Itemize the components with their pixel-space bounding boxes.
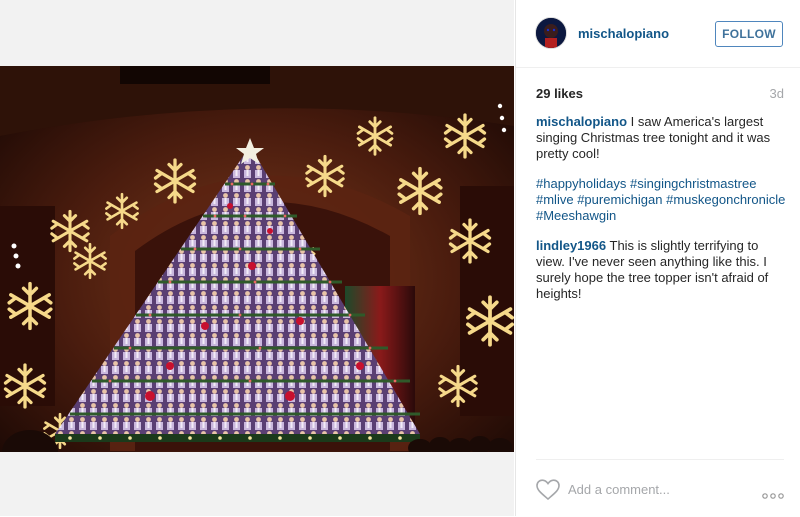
post-header: mischalopiano FOLLOW <box>516 0 800 68</box>
photo-pane <box>0 0 514 516</box>
post-timestamp[interactable]: 3d <box>770 86 784 101</box>
comment-item: lindley1966 This is slightly terrifying … <box>536 238 786 302</box>
hashtag-link[interactable]: #muskegonchronicle <box>666 192 785 207</box>
follow-button[interactable]: FOLLOW <box>715 21 783 47</box>
caption-comment: mischalopiano I saw America's largest si… <box>536 114 786 224</box>
header-username[interactable]: mischalopiano <box>578 26 669 41</box>
avatar[interactable] <box>535 17 567 49</box>
post-stats: 29 likes 3d <box>536 86 784 102</box>
comment-footer <box>536 459 784 517</box>
hashtag-link[interactable]: #puremichigan <box>577 192 662 207</box>
comment-username[interactable]: lindley1966 <box>536 238 606 253</box>
heart-outline-icon[interactable] <box>536 479 560 501</box>
comments-list: mischalopiano I saw America's largest si… <box>536 114 786 316</box>
hashtag-link[interactable]: #singingchristmastree <box>630 176 756 191</box>
post-photo[interactable] <box>0 66 514 452</box>
post-side-panel: mischalopiano FOLLOW 29 likes 3d mischal… <box>515 0 800 516</box>
hashtag-list: #happyholidays #singingchristmastree #ml… <box>536 176 786 224</box>
hashtag-link[interactable]: #Meeshawgin <box>536 208 616 223</box>
comment-username[interactable]: mischalopiano <box>536 114 627 129</box>
hashtag-link[interactable]: #happyholidays <box>536 176 626 191</box>
likes-count[interactable]: 29 likes <box>536 86 583 101</box>
more-options-icon[interactable] <box>762 486 784 499</box>
comment-input[interactable] <box>568 480 738 498</box>
hashtag-link[interactable]: #mlive <box>536 192 574 207</box>
